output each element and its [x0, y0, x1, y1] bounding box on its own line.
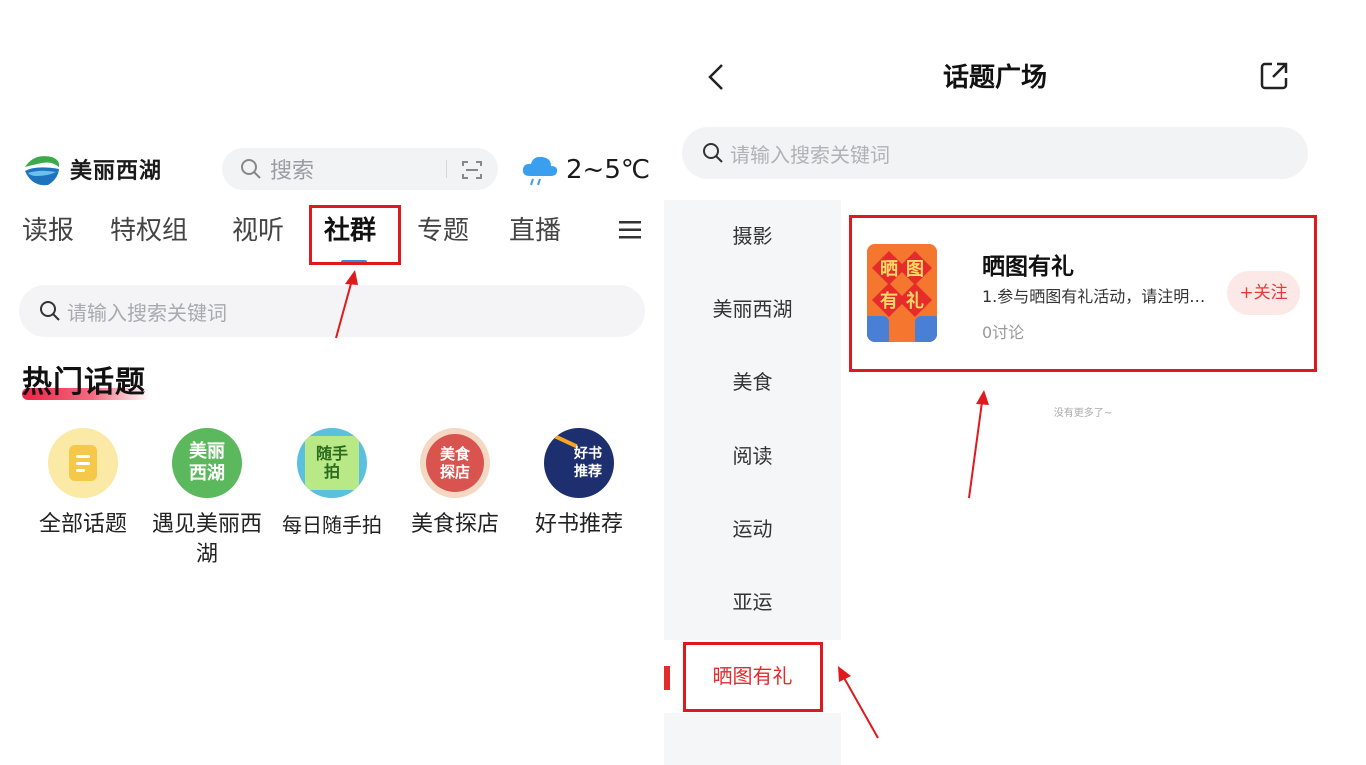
sidebar-item-meili-xihu[interactable]: 美丽西湖	[664, 273, 841, 346]
highlight-box-tab	[309, 205, 401, 265]
scan-icon[interactable]	[460, 158, 484, 182]
tab-tequanzu[interactable]: 特权组	[110, 208, 188, 254]
sidebar-item-yayun[interactable]: 亚运	[664, 566, 841, 639]
hot-topic-label: 全部话题	[38, 512, 127, 537]
top-search-placeholder: 搜索	[270, 159, 315, 184]
weather-temperature: 2~5℃	[566, 155, 651, 185]
suishoupai-icon-text: 随手拍	[315, 444, 348, 481]
xihu-logo-icon	[24, 151, 60, 187]
sidebar-item-meishi[interactable]: 美食	[664, 346, 841, 419]
hot-topic-label: 每日随手拍	[282, 513, 382, 537]
meishi-tandian-icon-text: 美食探店	[439, 445, 470, 481]
sidebar-item-yundong[interactable]: 运动	[664, 493, 841, 566]
hot-topic-label: 遇见美丽西湖	[151, 512, 262, 567]
sidebar-item-sheying[interactable]: 摄影	[664, 200, 841, 273]
hot-topic-suishoupai[interactable]: 随手拍 每日随手拍	[270, 428, 394, 540]
weather-widget[interactable]: 2~5℃	[520, 150, 650, 190]
topic-search-placeholder: 请输入搜索关键词	[67, 300, 227, 325]
rain-cloud-icon	[522, 156, 558, 186]
hot-topic-haoshu-tuijian[interactable]: 好书推荐 好书推荐	[517, 428, 641, 540]
search-icon	[40, 301, 60, 321]
tab-zhuanti[interactable]: 专题	[417, 208, 469, 254]
hot-topic-label: 好书推荐	[534, 512, 623, 537]
sidebar-item-yuedu[interactable]: 阅读	[664, 420, 841, 493]
top-search-bar[interactable]: 搜索	[222, 148, 498, 190]
hot-topics-title: 热门话题	[22, 365, 146, 400]
search-icon	[241, 159, 261, 179]
menu-icon[interactable]	[619, 220, 641, 240]
brand-name: 美丽西湖	[70, 159, 163, 184]
search-divider	[446, 160, 447, 178]
page-header: 话题广场	[682, 56, 1308, 100]
meili-xihu-icon: 美丽西湖	[172, 428, 242, 498]
haoshu-tuijian-icon-text: 好书推荐	[574, 446, 602, 480]
square-search-input[interactable]: 请输入搜索关键词	[682, 127, 1308, 179]
arrow-to-sidebar	[838, 666, 879, 739]
share-icon[interactable]	[1258, 60, 1290, 92]
meishi-tandian-icon: 美食探店	[420, 428, 490, 498]
meili-xihu-icon-text: 美丽西湖	[189, 441, 225, 484]
haoshu-tuijian-icon: 好书推荐	[544, 428, 614, 498]
suishoupai-icon: 随手拍	[297, 428, 367, 498]
highlight-box-card	[849, 215, 1317, 372]
document-icon	[48, 428, 118, 498]
active-sidebar-marker	[664, 666, 670, 690]
hot-topic-label: 美食探店	[410, 512, 499, 537]
hot-topic-all[interactable]: 全部话题	[21, 428, 145, 540]
topic-search-input[interactable]: 请输入搜索关键词	[19, 285, 645, 337]
hot-topic-meishi-tandian[interactable]: 美食探店 美食探店	[393, 428, 517, 540]
search-icon	[703, 143, 723, 163]
tab-zhibo[interactable]: 直播	[509, 208, 561, 254]
list-end-hint: 没有更多了~	[1053, 408, 1113, 419]
tab-dubao[interactable]: 读报	[22, 208, 74, 254]
page-title: 话题广场	[942, 63, 1047, 93]
hot-topic-meili-xihu[interactable]: 美丽西湖 遇见美丽西湖	[145, 428, 269, 570]
highlight-box-sidebar	[683, 642, 823, 712]
square-search-placeholder: 请输入搜索关键词	[730, 142, 890, 167]
tab-shiting[interactable]: 视听	[232, 208, 284, 254]
brand-logo[interactable]: 美丽西湖	[22, 147, 162, 191]
